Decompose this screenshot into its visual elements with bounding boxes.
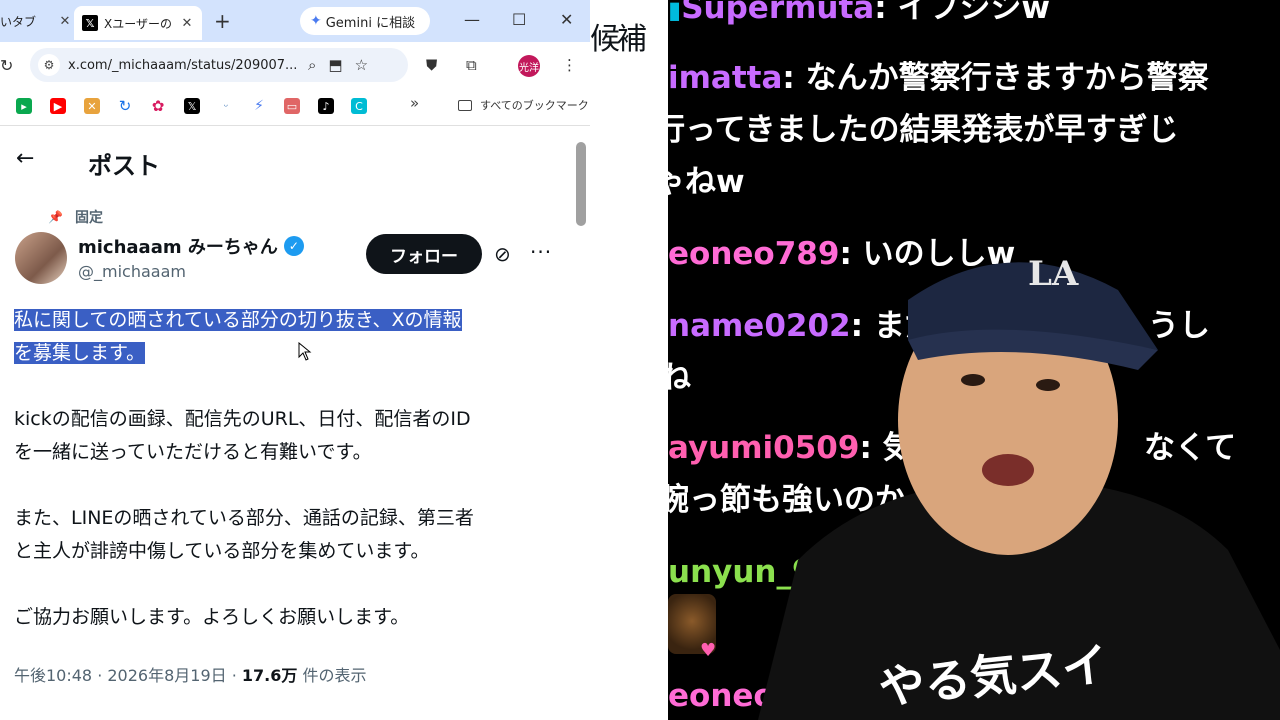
chat-message: ゃねw bbox=[668, 156, 1266, 208]
browser-window: いタブ ✕ 𝕏 Xユーザーの ✕ + ✦ Gemini に相談 — ☐ ✕ ↻ … bbox=[0, 0, 590, 720]
mouse-cursor-icon bbox=[298, 342, 312, 361]
browser-toolbar: ↻ ⚙ x.com/_michaaam/status/209007... ⌕ ⬒… bbox=[0, 42, 590, 90]
all-bookmarks-button[interactable]: すべてのブックマーク bbox=[458, 97, 589, 113]
extensions-puzzle-icon[interactable]: ⧉ bbox=[466, 56, 477, 74]
youtube-icon[interactable]: ▶ bbox=[50, 98, 66, 114]
background-window-edge: 候補 bbox=[590, 0, 668, 720]
chat-username: imatta bbox=[668, 60, 783, 96]
chat-text: 行ってきましたの結果発表が早すぎじ bbox=[668, 112, 1179, 148]
chat-text: イフシシw bbox=[897, 0, 1051, 26]
bookmark-icon[interactable]: ᵕ bbox=[218, 98, 234, 114]
display-name-text[interactable]: michaaam みーちゃん bbox=[78, 233, 278, 259]
display-name[interactable]: michaaam みーちゃん ✓ bbox=[78, 233, 304, 259]
folder-icon bbox=[458, 99, 472, 111]
bookmark-icon[interactable]: ▭ bbox=[284, 98, 300, 114]
new-tab-icon[interactable]: + bbox=[214, 9, 231, 33]
grok-icon[interactable]: ⊘ bbox=[494, 242, 511, 266]
bookmark-star-icon[interactable]: ☆ bbox=[355, 56, 368, 74]
tab-bar: いタブ ✕ 𝕏 Xユーザーの ✕ + ✦ Gemini に相談 — ☐ ✕ bbox=[0, 0, 590, 42]
post-paragraph: 私に関しての晒されている部分の切り抜き、Xの情報 を募集します。 bbox=[14, 304, 559, 370]
bookmark-icon[interactable]: ⚡ bbox=[251, 98, 267, 114]
view-count: 17.6万 bbox=[241, 666, 298, 685]
tab-title: いタブ bbox=[0, 14, 37, 29]
post-text: 私に関しての晒されている部分の切り抜き、Xの情報 を募集します。 kickの配信… bbox=[14, 304, 559, 667]
gemini-label: Gemini に相談 bbox=[325, 15, 416, 31]
back-arrow-icon[interactable]: ← bbox=[16, 146, 34, 171]
post-line: また、LINEの晒されている部分、通話の記録、第三者 bbox=[14, 507, 474, 529]
bookmark-icon[interactable]: ↻ bbox=[117, 97, 133, 115]
x-logo-icon: 𝕏 bbox=[82, 15, 98, 31]
zoom-icon[interactable]: ⌕ bbox=[308, 56, 316, 74]
pinned-indicator: 📌 固定 bbox=[48, 207, 103, 227]
tab-title: Xユーザーの bbox=[104, 16, 172, 31]
minimize-icon[interactable]: — bbox=[464, 10, 480, 29]
post-line: ご協力お願いします。よろしくお願いします。 bbox=[14, 606, 410, 628]
bookmark-icon[interactable]: ▸ bbox=[16, 98, 32, 114]
gemini-button[interactable]: ✦ Gemini に相談 bbox=[300, 7, 430, 35]
more-bookmarks-icon[interactable]: » bbox=[410, 94, 419, 112]
view-count-label: 件の表示 bbox=[297, 666, 367, 685]
more-options-icon[interactable]: ··· bbox=[530, 240, 552, 264]
maximize-icon[interactable]: ☐ bbox=[512, 10, 526, 29]
site-info-icon[interactable]: ⚙ bbox=[38, 54, 60, 76]
cap-logo-icon: LA bbox=[1028, 254, 1079, 294]
address-bar[interactable]: ⚙ x.com/_michaaam/status/209007... ⌕ ⬒ ☆ bbox=[30, 48, 408, 82]
chat-message: 行ってきましたの結果発表が早すぎじ bbox=[668, 104, 1266, 156]
menu-kebab-icon[interactable]: ⋮ bbox=[562, 56, 577, 74]
reload-icon[interactable]: ↻ bbox=[0, 56, 13, 75]
post-paragraph: kickの配信の画録、配信先のURL、日付、配信者のID を一緒に送っていただけ… bbox=[14, 403, 559, 469]
pin-icon: 📌 bbox=[48, 210, 63, 224]
selected-text: 私に関しての晒されている部分の切り抜き、Xの情報 bbox=[14, 309, 462, 331]
user-handle[interactable]: @_michaaam bbox=[78, 262, 186, 281]
post-line: kickの配信の画録、配信先のURL、日付、配信者のID bbox=[14, 408, 471, 430]
bookmark-icon[interactable]: C bbox=[351, 98, 367, 114]
chat-badge-icon: ▮ bbox=[668, 0, 682, 24]
close-icon[interactable]: ✕ bbox=[180, 16, 194, 31]
chat-message: ▮Supermuta: イフシシw bbox=[668, 0, 1280, 36]
post-paragraph: また、LINEの晒されている部分、通話の記録、第三者 と主人が誹謗中傷している部… bbox=[14, 502, 559, 568]
page-title: ポスト bbox=[88, 152, 160, 180]
scrollbar-thumb[interactable] bbox=[576, 142, 586, 226]
close-window-icon[interactable]: ✕ bbox=[560, 10, 573, 29]
post-metadata: 午後10:48 · 2026年8月19日 · 17.6万 件の表示 bbox=[14, 662, 366, 686]
chat-text: ゃねw bbox=[668, 164, 745, 200]
url-text[interactable]: x.com/_michaaam/status/209007... bbox=[68, 58, 296, 73]
selected-text: を募集します。 bbox=[14, 342, 146, 364]
tab-inactive[interactable]: いタブ ✕ bbox=[0, 8, 72, 34]
heart-icon: ♥ bbox=[700, 640, 717, 661]
partial-text: 候補 bbox=[590, 22, 647, 57]
gemini-star-icon: ✦ bbox=[310, 13, 322, 29]
close-icon[interactable]: ✕ bbox=[58, 14, 72, 29]
all-bookmarks-label: すべてのブックマーク bbox=[480, 99, 589, 112]
tab-active[interactable]: 𝕏 Xユーザーの ✕ bbox=[74, 6, 202, 40]
verified-badge-icon: ✓ bbox=[283, 236, 304, 256]
post-paragraph: ご協力お願いします。よろしくお願いします。 bbox=[14, 601, 559, 634]
x-logo-icon[interactable]: 𝕏 bbox=[184, 98, 200, 114]
post-line: を一緒に送っていただけると有難いです。 bbox=[14, 441, 372, 463]
install-app-icon[interactable]: ⬒ bbox=[328, 56, 342, 74]
follow-button[interactable]: フォロー bbox=[366, 234, 482, 274]
avatar[interactable] bbox=[15, 232, 67, 284]
chat-text: ね bbox=[668, 360, 691, 396]
post-line: と主人が誹謗中傷している部分を集めています。 bbox=[14, 540, 430, 562]
extension-shield-icon[interactable]: ⛊ bbox=[426, 56, 437, 74]
bookmarks-bar: ▸ ▶ ✕ ↻ ✿ 𝕏 ᵕ ⚡ ▭ ♪ C » すべてのブックマーク bbox=[0, 90, 590, 122]
tiktok-icon[interactable]: ♪ bbox=[318, 98, 334, 114]
chat-message: imatta: なんか警察行きますから警察 bbox=[668, 60, 1209, 96]
x-post-page: ← ポスト 📌 固定 michaaam みーちゃん ✓ @_michaaam フ… bbox=[0, 126, 575, 720]
bookmark-icon[interactable]: ✕ bbox=[84, 98, 100, 114]
profile-avatar[interactable]: 光洋 bbox=[518, 55, 540, 77]
chat-username: Supermuta bbox=[681, 0, 875, 26]
pinned-label: 固定 bbox=[74, 210, 103, 226]
chat-text: なんか警察行きますから警察 bbox=[805, 60, 1209, 96]
post-timestamp[interactable]: 午後10:48 · 2026年8月19日 · bbox=[14, 666, 242, 685]
flower-icon[interactable]: ✿ bbox=[150, 97, 166, 115]
